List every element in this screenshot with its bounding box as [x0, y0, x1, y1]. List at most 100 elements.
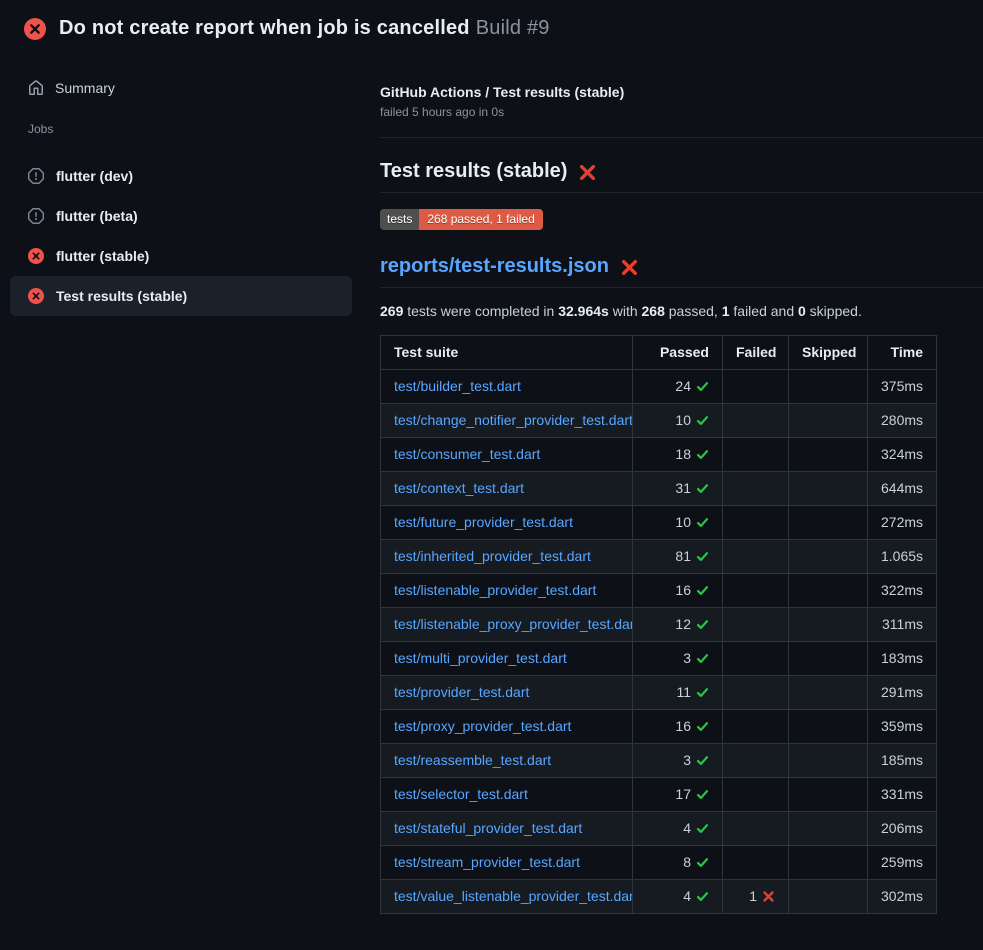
time-cell: 272ms [868, 506, 937, 540]
sidebar-item-flutter-dev[interactable]: flutter (dev) [10, 156, 352, 196]
x-circle-fill-icon [24, 18, 46, 40]
summary-segment: 1 [722, 303, 730, 319]
passed-cell: 24 [633, 370, 723, 404]
test-suite-link[interactable]: test/listenable_proxy_provider_test.dart [394, 616, 633, 632]
column-header-test-suite: Test suite [381, 336, 633, 370]
test-suite-link[interactable]: test/value_listenable_provider_test.dart [394, 888, 633, 904]
summary-segment: 0 [798, 303, 806, 319]
test-suite-cell: test/value_listenable_provider_test.dart [381, 880, 633, 914]
test-suite-link[interactable]: test/change_notifier_provider_test.dart [394, 412, 633, 428]
skipped-cell [789, 540, 868, 574]
check-icon [696, 786, 709, 799]
skipped-cell [789, 880, 868, 914]
skipped-cell [789, 404, 868, 438]
test-suite-cell: test/selector_test.dart [381, 778, 633, 812]
test-suite-link[interactable]: test/inherited_provider_test.dart [394, 548, 591, 564]
sidebar-item-summary[interactable]: Summary [28, 70, 352, 106]
skipped-cell [789, 574, 868, 608]
passed-cell: 4 [633, 880, 723, 914]
summary-segment: skipped. [806, 303, 862, 319]
run-title-text: Do not create report when job is cancell… [59, 17, 470, 39]
test-suite-link[interactable]: test/stateful_provider_test.dart [394, 820, 582, 836]
passed-cell: 3 [633, 642, 723, 676]
tests-badge: tests 268 passed, 1 failed [380, 209, 543, 230]
time-cell: 324ms [868, 438, 937, 472]
test-suite-link[interactable]: test/future_provider_test.dart [394, 514, 573, 530]
table-body: test/builder_test.dart24375mstest/change… [381, 370, 937, 914]
passed-cell: 10 [633, 506, 723, 540]
test-suite-link[interactable]: test/stream_provider_test.dart [394, 854, 580, 870]
passed-cell: 3 [633, 744, 723, 778]
passed-cell: 11 [633, 676, 723, 710]
count-value: 18 [675, 446, 691, 462]
summary-segment: passed, [665, 303, 722, 319]
time-cell: 185ms [868, 744, 937, 778]
check-icon [696, 548, 709, 561]
skipped-cell [789, 710, 868, 744]
check-icon [696, 412, 709, 425]
test-suite-cell: test/provider_test.dart [381, 676, 633, 710]
tests-summary-text: 269 tests were completed in 32.964s with… [380, 303, 983, 319]
page-title: Do not create report when job is cancell… [59, 17, 550, 40]
table-row: test/listenable_provider_test.dart16322m… [381, 574, 937, 608]
sidebar-summary-label: Summary [55, 80, 115, 96]
failed-cell [723, 540, 789, 574]
test-suite-link[interactable]: test/provider_test.dart [394, 684, 529, 700]
test-suite-cell: test/reassemble_test.dart [381, 744, 633, 778]
failed-cell [723, 608, 789, 642]
report-file-link[interactable]: reports/test-results.json [380, 255, 609, 278]
table-row: test/context_test.dart31644ms [381, 472, 937, 506]
test-suite-link[interactable]: test/builder_test.dart [394, 378, 521, 394]
failed-cell [723, 506, 789, 540]
sidebar: Summary Jobs flutter (dev)flutter (beta)… [0, 70, 380, 316]
test-suite-cell: test/proxy_provider_test.dart [381, 710, 633, 744]
passed-cell: 81 [633, 540, 723, 574]
sidebar-item-test-results-stable[interactable]: Test results (stable) [10, 276, 352, 316]
column-header-passed: Passed [633, 336, 723, 370]
test-suite-link[interactable]: test/selector_test.dart [394, 786, 528, 802]
time-cell: 206ms [868, 812, 937, 846]
table-row: test/future_provider_test.dart 10 272ms [381, 506, 937, 540]
count-value: 81 [675, 548, 691, 564]
test-suite-link[interactable]: test/reassemble_test.dart [394, 752, 551, 768]
test-suite-link[interactable]: test/listenable_provider_test.dart [394, 582, 596, 598]
count-value: 11 [676, 684, 691, 700]
summary-segment: 32.964s [558, 303, 609, 319]
test-suite-link[interactable]: test/consumer_test.dart [394, 446, 540, 462]
passed-cell: 16 [633, 710, 723, 744]
test-suite-cell: test/stateful_provider_test.dart [381, 812, 633, 846]
skipped-cell [789, 438, 868, 472]
count-value: 4 [683, 888, 691, 904]
test-suite-link[interactable]: test/proxy_provider_test.dart [394, 718, 571, 734]
count-value: 31 [675, 480, 691, 496]
main-layout: Summary Jobs flutter (dev)flutter (beta)… [0, 70, 983, 914]
failed-cell [723, 642, 789, 676]
skipped-cell [789, 744, 868, 778]
test-suite-link[interactable]: test/context_test.dart [394, 480, 524, 496]
failed-cell [723, 846, 789, 880]
breadcrumb: GitHub Actions / Test results (stable) [380, 84, 983, 100]
table-row: test/provider_test.dart 11 291ms [381, 676, 937, 710]
test-results-table: Test suitePassedFailedSkippedTime test/b… [380, 335, 937, 914]
time-cell: 259ms [868, 846, 937, 880]
divider [380, 287, 983, 288]
sidebar-item-flutter-stable[interactable]: flutter (stable) [10, 236, 352, 276]
time-cell: 291ms [868, 676, 937, 710]
passed-cell: 4 [633, 812, 723, 846]
passed-cell: 12 [633, 608, 723, 642]
count-value: 24 [675, 378, 691, 394]
time-cell: 331ms [868, 778, 937, 812]
table-row: test/reassemble_test.dart 3 185ms [381, 744, 937, 778]
summary-segment: 269 [380, 303, 403, 319]
failed-cell [723, 744, 789, 778]
time-cell: 311ms [868, 608, 937, 642]
time-cell: 280ms [868, 404, 937, 438]
failed-cell [723, 438, 789, 472]
count-value: 8 [683, 854, 691, 870]
table-row: test/proxy_provider_test.dart16359ms [381, 710, 937, 744]
summary-segment: with [609, 303, 642, 319]
sidebar-item-label: flutter (dev) [56, 168, 133, 184]
check-icon [696, 616, 709, 629]
sidebar-item-flutter-beta[interactable]: flutter (beta) [10, 196, 352, 236]
test-suite-link[interactable]: test/multi_provider_test.dart [394, 650, 567, 666]
